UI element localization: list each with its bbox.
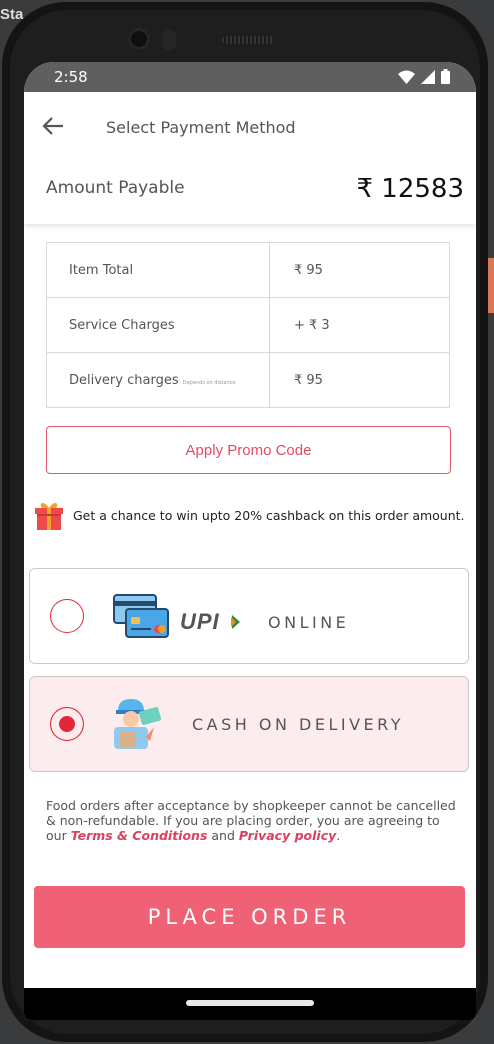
charge-note: Depends on distance bbox=[182, 379, 236, 386]
cashback-text: Get a chance to win upto 20% cashback on… bbox=[73, 507, 465, 523]
charge-value-cell: ₹ 95 bbox=[269, 242, 450, 298]
charge-value: + ₹ 3 bbox=[294, 317, 330, 333]
page-title: Select Payment Method bbox=[106, 118, 296, 137]
delivery-person-icon bbox=[114, 699, 162, 749]
upi-arrow-icon bbox=[231, 615, 240, 629]
upi-logo-text: UPI bbox=[180, 609, 220, 634]
charge-row: Delivery charges Depends on distance ₹ 9… bbox=[46, 352, 450, 408]
privacy-policy-link[interactable]: Privacy policy bbox=[239, 828, 336, 843]
home-gesture-handle[interactable] bbox=[186, 1000, 314, 1006]
terms-end-text: . bbox=[336, 828, 341, 843]
navigation-bar bbox=[24, 988, 476, 1020]
charge-row: Item Total ₹ 95 bbox=[46, 242, 450, 298]
cashback-banner: Get a chance to win upto 20% cashback on… bbox=[34, 500, 474, 530]
wifi-icon bbox=[398, 70, 415, 84]
charge-label: Delivery charges bbox=[69, 372, 179, 388]
terms-notice: Food orders after acceptance by shopkeep… bbox=[46, 798, 458, 843]
place-order-button[interactable]: PLACE ORDER bbox=[34, 886, 465, 948]
charge-row: Service Charges + ₹ 3 bbox=[46, 297, 450, 353]
cash-on-delivery-radio[interactable] bbox=[50, 707, 84, 741]
amount-payable-card: Amount Payable ₹ 12583 bbox=[24, 160, 476, 224]
online-radio[interactable] bbox=[50, 599, 84, 633]
charges-table: Item Total ₹ 95 Service Charges + ₹ 3 De… bbox=[46, 242, 450, 408]
charge-value: ₹ 95 bbox=[294, 372, 323, 388]
front-camera bbox=[128, 28, 150, 50]
terms-and-conditions-link[interactable]: Terms & Conditions bbox=[71, 828, 208, 843]
payment-option-online[interactable]: UPI ONLINE bbox=[29, 568, 469, 664]
charge-value: ₹ 95 bbox=[294, 262, 323, 278]
charge-label-cell: Delivery charges Depends on distance bbox=[46, 352, 270, 408]
phone-frame: 2:58 Select Payment Method Amount Payabl… bbox=[2, 2, 488, 1042]
status-bar: 2:58 bbox=[24, 62, 476, 92]
app-screen: 2:58 Select Payment Method Amount Payabl… bbox=[24, 62, 476, 1020]
cash-on-delivery-label: CASH ON DELIVERY bbox=[192, 715, 405, 734]
charge-label: Item Total bbox=[69, 262, 134, 278]
signal-icon bbox=[421, 69, 435, 84]
charge-label-cell: Service Charges bbox=[46, 297, 270, 353]
charge-label-cell: Item Total bbox=[46, 242, 270, 298]
earpiece-speaker bbox=[222, 36, 274, 44]
amount-payable-label: Amount Payable bbox=[46, 178, 185, 198]
terms-and-text: and bbox=[207, 828, 239, 843]
online-label: ONLINE bbox=[268, 613, 350, 632]
charge-label: Service Charges bbox=[69, 317, 175, 333]
status-icons bbox=[398, 69, 450, 84]
status-time: 2:58 bbox=[54, 68, 88, 86]
gift-icon bbox=[35, 503, 63, 530]
proximity-sensor bbox=[162, 30, 176, 50]
top-app-bar: Select Payment Method bbox=[24, 94, 476, 160]
payment-option-cash-on-delivery[interactable]: CASH ON DELIVERY bbox=[29, 676, 469, 772]
battery-icon bbox=[441, 69, 450, 84]
apply-promo-code-button[interactable]: Apply Promo Code bbox=[46, 426, 451, 474]
charge-value-cell: + ₹ 3 bbox=[269, 297, 450, 353]
amount-payable-value: ₹ 12583 bbox=[356, 174, 464, 204]
background-accent-strip bbox=[488, 258, 494, 313]
credit-card-icon bbox=[113, 594, 169, 638]
charge-value-cell: ₹ 95 bbox=[269, 352, 450, 408]
back-arrow-icon[interactable] bbox=[42, 116, 64, 136]
